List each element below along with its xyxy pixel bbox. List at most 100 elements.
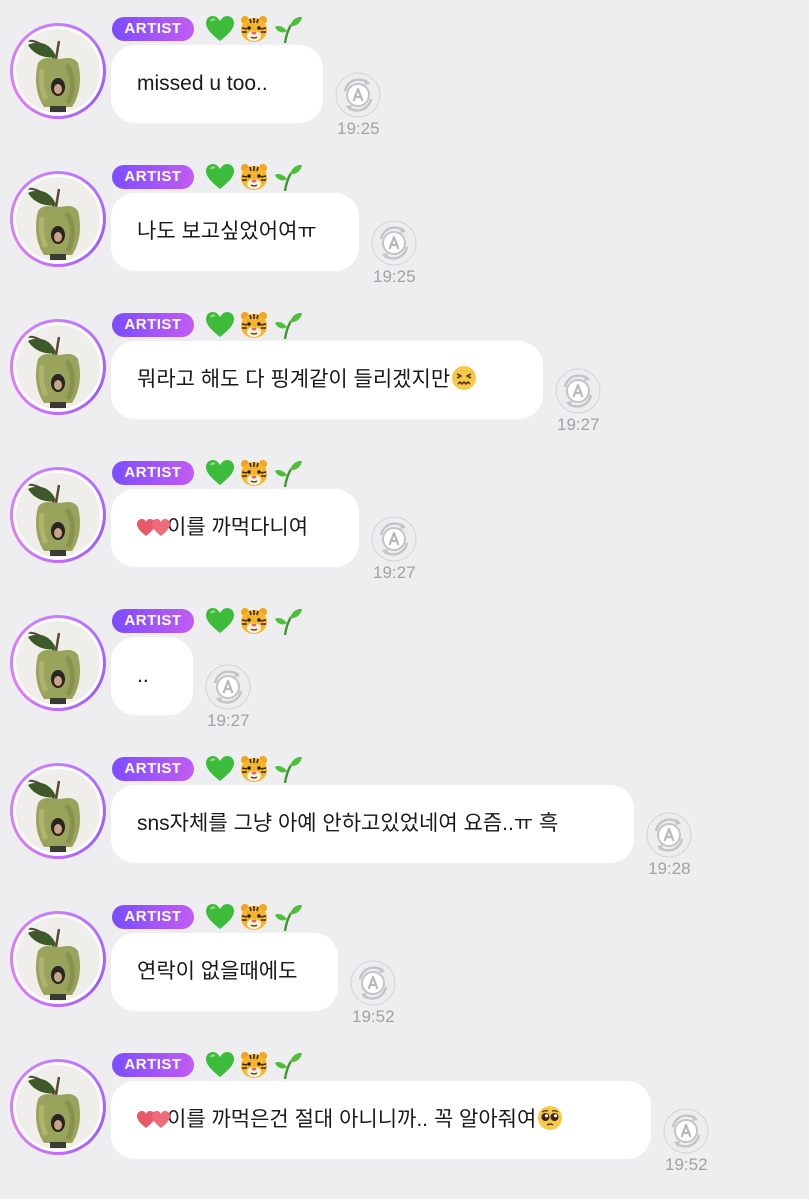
artist-badge: ARTIST bbox=[112, 1053, 194, 1077]
badge-emojis bbox=[205, 13, 303, 45]
chat-message: ARTIST 나도 보고싶었어여ㅠ 19:25 bbox=[0, 148, 809, 296]
seedling-icon bbox=[273, 310, 303, 340]
badge-emojis bbox=[205, 161, 303, 193]
message-time: 19:25 bbox=[337, 119, 380, 138]
tiger-face-icon bbox=[239, 458, 269, 488]
translate-a-icon[interactable] bbox=[335, 72, 381, 118]
chat-message: ARTIST 연락이 없을때에도 19:52 bbox=[0, 888, 809, 1036]
apple-avatar-icon bbox=[16, 29, 100, 113]
tiger-face-icon bbox=[239, 606, 269, 636]
apple-avatar-icon bbox=[16, 917, 100, 1001]
green-heart-icon bbox=[205, 458, 235, 488]
translate-a-icon[interactable] bbox=[371, 220, 417, 266]
translate-a-icon[interactable] bbox=[350, 960, 396, 1006]
apple-avatar-icon bbox=[16, 473, 100, 557]
tiger-face-icon bbox=[239, 754, 269, 784]
green-heart-icon bbox=[205, 162, 235, 192]
pleading-face-icon bbox=[537, 1086, 563, 1130]
seedling-icon bbox=[273, 1050, 303, 1080]
chat-message: ARTIST 이를 까먹다니여 19:27 bbox=[0, 444, 809, 592]
tiger-face-icon bbox=[239, 1050, 269, 1080]
green-heart-icon bbox=[205, 310, 235, 340]
heart-stickers-icon bbox=[137, 1084, 171, 1128]
avatar[interactable] bbox=[10, 467, 106, 563]
chat-message: ARTIST 뭐라고 해도 다 핑계같이 들리겠지만 19:27 bbox=[0, 296, 809, 444]
message-time: 19:52 bbox=[352, 1007, 395, 1026]
message-time: 19:27 bbox=[557, 415, 600, 434]
message-text: 이를 까먹은건 절대 아니니까.. 꼭 알아줘여 bbox=[167, 1108, 537, 1131]
green-heart-icon bbox=[205, 1050, 235, 1080]
apple-avatar-icon bbox=[16, 325, 100, 409]
avatar[interactable] bbox=[10, 319, 106, 415]
heart-stickers-icon bbox=[137, 492, 171, 536]
avatar[interactable] bbox=[10, 763, 106, 859]
apple-avatar-icon bbox=[16, 769, 100, 853]
tiger-face-icon bbox=[239, 162, 269, 192]
message-bubble[interactable]: 나도 보고싶었어여ㅠ bbox=[111, 193, 359, 271]
message-text: 나도 보고싶었어여ㅠ bbox=[137, 220, 317, 243]
badge-emojis bbox=[205, 753, 303, 785]
seedling-icon bbox=[273, 14, 303, 44]
chat-message: ARTIST sns자체를 그냥 아예 안하고있었네여 요즘..ㅠ 흑 19:2… bbox=[0, 740, 809, 888]
message-time: 19:52 bbox=[665, 1155, 708, 1174]
badge-emojis bbox=[205, 309, 303, 341]
message-time: 19:27 bbox=[207, 711, 250, 730]
badge-emojis bbox=[205, 605, 303, 637]
green-heart-icon bbox=[205, 606, 235, 636]
translate-a-icon[interactable] bbox=[646, 812, 692, 858]
tiger-face-icon bbox=[239, 902, 269, 932]
tiger-face-icon bbox=[239, 310, 269, 340]
seedling-icon bbox=[273, 458, 303, 488]
green-heart-icon bbox=[205, 754, 235, 784]
chat-message: ARTIST missed u too.. 19:25 bbox=[0, 0, 809, 148]
apple-avatar-icon bbox=[16, 621, 100, 705]
artist-badge: ARTIST bbox=[112, 17, 194, 41]
message-text: .. bbox=[137, 664, 149, 687]
message-time: 19:25 bbox=[373, 267, 416, 286]
message-text: 뭐라고 해도 다 핑계같이 들리겠지만 bbox=[137, 368, 451, 391]
badge-emojis bbox=[205, 901, 303, 933]
avatar[interactable] bbox=[10, 171, 106, 267]
message-bubble[interactable]: sns자체를 그냥 아예 안하고있었네여 요즘..ㅠ 흑 bbox=[111, 785, 634, 863]
apple-avatar-icon bbox=[16, 1065, 100, 1149]
artist-badge: ARTIST bbox=[112, 461, 194, 485]
artist-badge: ARTIST bbox=[112, 165, 194, 189]
green-heart-icon bbox=[205, 902, 235, 932]
tiger-face-icon bbox=[239, 14, 269, 44]
apple-avatar-icon bbox=[16, 177, 100, 261]
artist-badge: ARTIST bbox=[112, 905, 194, 929]
artist-badge: ARTIST bbox=[112, 313, 194, 337]
message-bubble[interactable]: 이를 까먹다니여 bbox=[111, 489, 359, 567]
translate-a-icon[interactable] bbox=[555, 368, 601, 414]
chat-message: ARTIST .. 19:27 bbox=[0, 592, 809, 740]
translate-a-icon[interactable] bbox=[205, 664, 251, 710]
message-text: 이를 까먹다니여 bbox=[167, 516, 309, 539]
message-text: sns자체를 그냥 아예 안하고있었네여 요즘..ㅠ 흑 bbox=[137, 812, 559, 835]
translate-a-icon[interactable] bbox=[371, 516, 417, 562]
avatar[interactable] bbox=[10, 911, 106, 1007]
avatar[interactable] bbox=[10, 23, 106, 119]
message-bubble[interactable]: .. bbox=[111, 637, 193, 715]
seedling-icon bbox=[273, 902, 303, 932]
message-text: missed u too.. bbox=[137, 72, 268, 95]
chat-message-list: ARTIST missed u too.. 19:25 ARTIST 나도 보고… bbox=[0, 0, 809, 1199]
message-bubble[interactable]: 이를 까먹은건 절대 아니니까.. 꼭 알아줘여 bbox=[111, 1081, 651, 1159]
message-time: 19:27 bbox=[373, 563, 416, 582]
badge-emojis bbox=[205, 1049, 303, 1081]
chat-message: ARTIST 이를 까먹은건 절대 아니니까.. 꼭 알아줘여 19:52 bbox=[0, 1036, 809, 1184]
seedling-icon bbox=[273, 754, 303, 784]
confounded-face-icon bbox=[451, 346, 477, 390]
artist-badge: ARTIST bbox=[112, 757, 194, 781]
message-time: 19:28 bbox=[648, 859, 691, 878]
avatar[interactable] bbox=[10, 615, 106, 711]
message-bubble[interactable]: 연락이 없을때에도 bbox=[111, 933, 338, 1011]
message-text: 연락이 없을때에도 bbox=[137, 960, 298, 983]
seedling-icon bbox=[273, 162, 303, 192]
translate-a-icon[interactable] bbox=[663, 1108, 709, 1154]
avatar[interactable] bbox=[10, 1059, 106, 1155]
artist-badge: ARTIST bbox=[112, 609, 194, 633]
green-heart-icon bbox=[205, 14, 235, 44]
message-bubble[interactable]: 뭐라고 해도 다 핑계같이 들리겠지만 bbox=[111, 341, 543, 419]
message-bubble[interactable]: missed u too.. bbox=[111, 45, 323, 123]
seedling-icon bbox=[273, 606, 303, 636]
